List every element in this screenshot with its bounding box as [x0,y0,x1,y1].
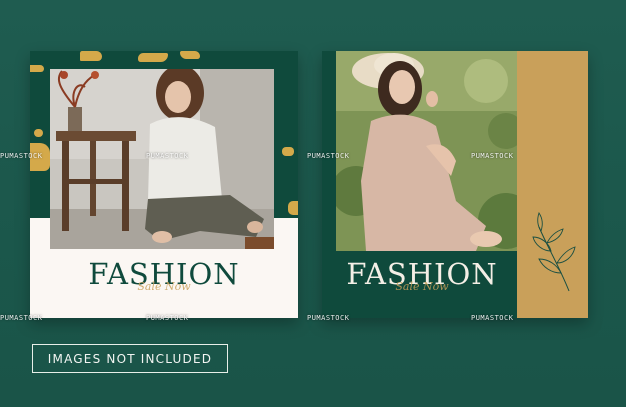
gold-fleck-decoration [288,201,298,215]
watermark-text: PUMASTOCK [0,314,43,322]
gold-fleck-decoration [180,51,200,59]
watermark-text: PUMASTOCK [471,152,514,160]
leaf-branch-icon [532,211,576,292]
watermark-text: PUMASTOCK [307,314,350,322]
gold-fleck-decoration [138,53,168,62]
sale-script-text: Sale Now [137,280,191,293]
gold-side-strip [517,51,588,318]
watermark-text: PUMASTOCK [307,152,350,160]
watermark-text: PUMASTOCK [146,152,189,160]
left-social-card: FASHION Sale Now [30,51,298,318]
watermark-text: PUMASTOCK [471,314,514,322]
right-card-title: FASHION Sale Now [322,258,522,292]
gold-fleck-decoration [34,129,43,137]
canvas: FASHION Sale Now FASHION Sale Now PUMAST… [0,0,626,407]
gold-fleck-decoration [80,51,102,61]
right-card-photo [336,51,522,251]
images-not-included-label: IMAGES NOT INCLUDED [32,344,228,373]
woman-in-field-photo [336,51,522,251]
left-card-title: FASHION Sale Now [30,258,298,292]
sale-script-text: Sale Now [395,280,449,293]
label-text: IMAGES NOT INCLUDED [47,351,213,366]
right-social-card: FASHION Sale Now [322,51,588,318]
watermark-text: PUMASTOCK [0,152,43,160]
watermark-text: PUMASTOCK [146,314,189,322]
gold-fleck-decoration [30,65,44,72]
gold-fleck-decoration [282,147,294,156]
